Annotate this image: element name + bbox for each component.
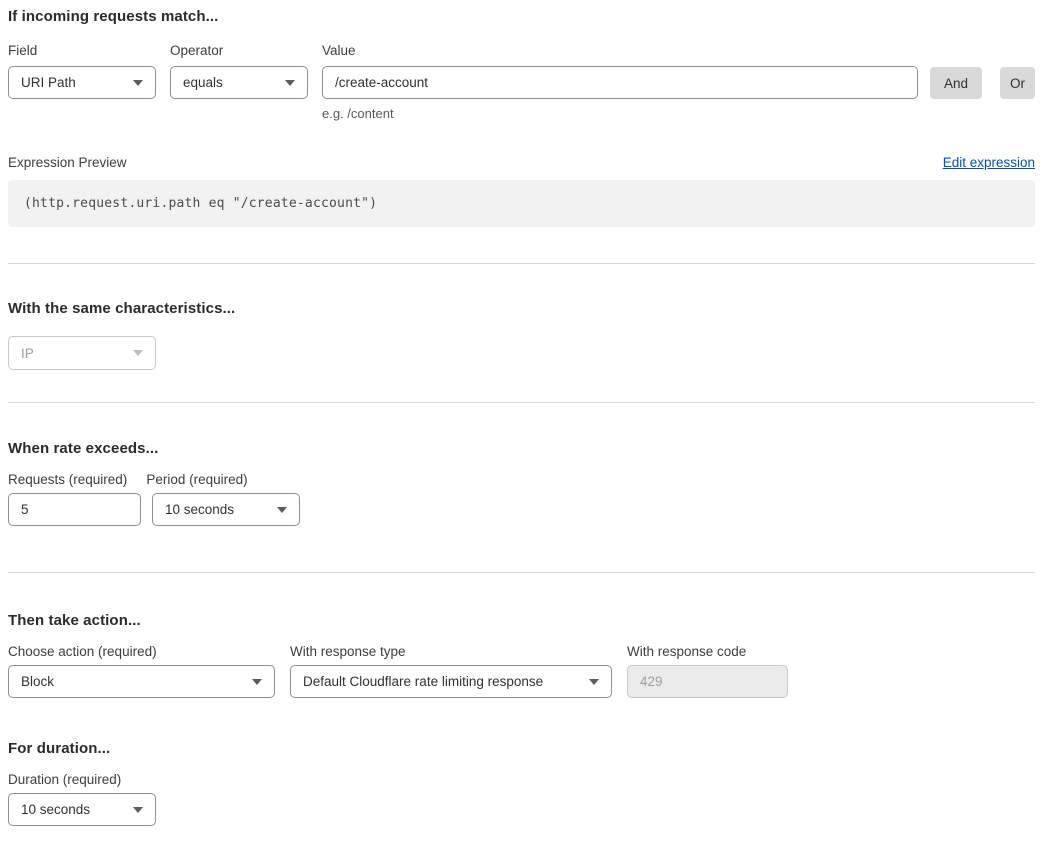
- chevron-down-icon: [252, 679, 262, 685]
- period-select[interactable]: 10 seconds: [152, 493, 300, 526]
- action-controls-row: Block Default Cloudflare rate limiting r…: [8, 665, 1035, 698]
- section-title-duration: For duration...: [8, 740, 1035, 757]
- section-divider: [8, 402, 1035, 403]
- field-label: Field: [8, 43, 156, 58]
- chevron-down-icon: [133, 807, 143, 813]
- section-title-rate: When rate exceeds...: [8, 440, 1035, 457]
- or-button[interactable]: Or: [1000, 67, 1035, 99]
- response-type-label: With response type: [290, 644, 612, 659]
- value-input[interactable]: [322, 66, 918, 99]
- section-incoming-requests-match: If incoming requests match... Field URI …: [8, 8, 1035, 227]
- response-code-input: [627, 665, 788, 698]
- chevron-down-icon: [285, 80, 295, 86]
- action-select-value: Block: [21, 674, 54, 689]
- operator-column: Operator equals: [170, 43, 308, 99]
- chevron-down-icon: [133, 80, 143, 86]
- choose-action-label: Choose action (required): [8, 644, 275, 659]
- section-characteristics: With the same characteristics... IP: [8, 300, 1035, 370]
- duration-select-value: 10 seconds: [21, 802, 90, 817]
- operator-label: Operator: [170, 43, 308, 58]
- rate-labels-row: Requests (required) Period (required): [8, 472, 1035, 487]
- characteristic-select-value: IP: [21, 346, 34, 361]
- field-column: Field URI Path: [8, 43, 156, 99]
- value-label: Value: [322, 43, 918, 58]
- operator-select[interactable]: equals: [170, 66, 308, 99]
- response-type-select[interactable]: Default Cloudflare rate limiting respons…: [290, 665, 612, 698]
- chevron-down-icon: [277, 507, 287, 513]
- field-select-value: URI Path: [21, 75, 76, 90]
- match-controls-row: Field URI Path Operator equals Value And…: [8, 43, 1035, 99]
- and-button[interactable]: And: [930, 67, 982, 99]
- expression-preview-label: Expression Preview: [8, 155, 127, 170]
- section-for-duration: For duration... Duration (required) 10 s…: [8, 740, 1035, 826]
- duration-label: Duration (required): [8, 772, 1035, 787]
- rate-limiting-rule-form: If incoming requests match... Field URI …: [0, 0, 1048, 842]
- chevron-down-icon: [133, 350, 143, 356]
- duration-select[interactable]: 10 seconds: [8, 793, 156, 826]
- value-hint: e.g. /content: [322, 106, 918, 121]
- section-divider: [8, 572, 1035, 573]
- value-hint-row: e.g. /content: [8, 99, 1035, 121]
- response-code-label: With response code: [627, 644, 746, 659]
- action-labels-row: Choose action (required) With response t…: [8, 644, 1035, 659]
- characteristic-select[interactable]: IP: [8, 336, 156, 370]
- section-take-action: Then take action... Choose action (requi…: [8, 612, 1035, 698]
- section-rate-exceeds: When rate exceeds... Requests (required)…: [8, 440, 1035, 526]
- requests-input[interactable]: [8, 493, 141, 526]
- edit-expression-link[interactable]: Edit expression: [943, 155, 1035, 170]
- section-title-match: If incoming requests match...: [8, 8, 1035, 25]
- section-title-action: Then take action...: [8, 612, 1035, 629]
- expression-preview-row: Expression Preview Edit expression: [8, 155, 1035, 170]
- operator-select-value: equals: [183, 75, 223, 90]
- section-divider: [8, 263, 1035, 264]
- response-type-select-value: Default Cloudflare rate limiting respons…: [303, 674, 543, 689]
- period-select-value: 10 seconds: [165, 502, 234, 517]
- expression-preview-code: (http.request.uri.path eq "/create-accou…: [8, 180, 1035, 227]
- section-title-characteristics: With the same characteristics...: [8, 300, 1035, 317]
- field-select[interactable]: URI Path: [8, 66, 156, 99]
- rate-controls-row: 10 seconds: [8, 493, 1035, 526]
- period-label: Period (required): [146, 472, 247, 487]
- chevron-down-icon: [589, 679, 599, 685]
- requests-label: Requests (required): [8, 472, 127, 487]
- value-column: Value: [322, 43, 918, 99]
- action-select[interactable]: Block: [8, 665, 275, 698]
